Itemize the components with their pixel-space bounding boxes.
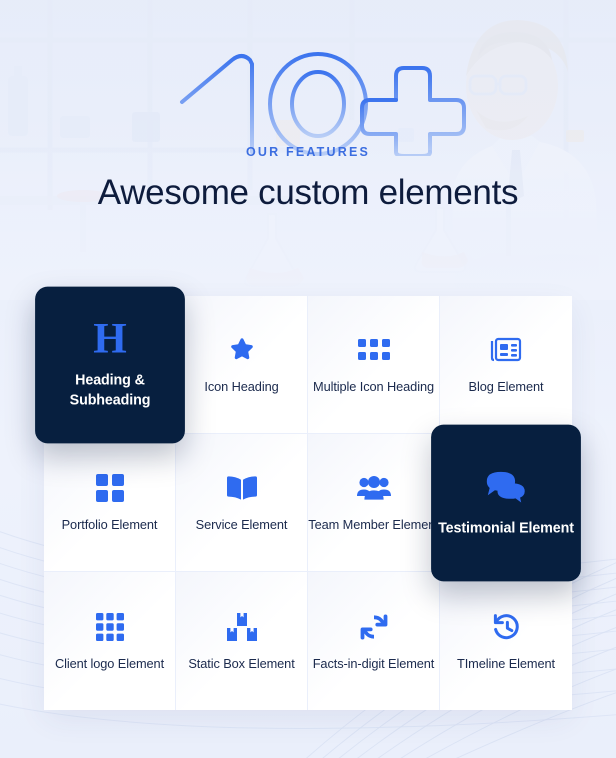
dots-grid-icon [357,333,390,367]
feature-card-label: Heading & Subheading [69,371,151,408]
feature-card-client-logo-element[interactable]: Client logo Element [44,572,176,710]
refresh-arrows-icon [360,610,388,644]
big-number-watermark [180,52,466,156]
feature-card-label: Multiple Icon Heading [313,379,434,395]
people-group-icon [356,471,391,505]
feature-card-label: Service Element [195,517,288,533]
feature-card-testimonial-element[interactable]: Testimonial Element [431,424,581,582]
feature-card-label: Testimonial Element [438,519,574,536]
section-eyebrow: OUR FEATURES [245,145,371,159]
letter-h-icon: H [93,315,127,363]
feature-card-portfolio-element[interactable]: Portfolio Element [44,434,176,572]
feature-card-label: Portfolio Element [61,517,158,533]
feature-card-multiple-icon-heading[interactable]: Multiple Icon Heading [308,296,440,434]
page-title: Awesome custom elements [97,173,519,212]
feature-card-service-element[interactable]: Service Element [176,434,308,572]
feature-card-label: Icon Heading [204,379,279,395]
feature-card-label: Facts-in-digit Element [312,655,435,671]
feature-card-blog-element[interactable]: Blog Element [440,296,572,434]
newspaper-icon [490,333,522,367]
feature-card-facts-in-digit-element[interactable]: Facts-in-digit Element [308,572,440,710]
feature-card-icon-heading[interactable]: Icon Heading [176,296,308,434]
nine-squares-icon [95,610,124,644]
open-book-icon [226,471,257,505]
feature-card-label: TImeline Element [457,655,555,671]
stacked-boxes-icon [226,610,257,644]
feature-card-label: Blog Element [468,379,544,395]
star-icon [227,333,257,367]
feature-card-label: Static Box Element [188,655,295,671]
chat-bubbles-icon [486,468,526,507]
feature-card-timeline-element[interactable]: TImeline Element [440,572,572,710]
features-grid: H Heading & Subheading Icon Heading Mult… [35,286,581,710]
feature-card-team-member-element[interactable]: Team Member Element [308,434,440,572]
feature-card-label: Client logo Element [54,655,165,671]
four-squares-icon [95,471,124,505]
history-clock-icon [492,610,521,644]
feature-card-label: Team Member Element [308,517,439,533]
hero-section: OUR FEATURES Awesome custom elements [0,0,616,292]
feature-card-static-box-element[interactable]: Static Box Element [176,572,308,710]
feature-card-heading-subheading[interactable]: H Heading & Subheading [35,286,185,444]
